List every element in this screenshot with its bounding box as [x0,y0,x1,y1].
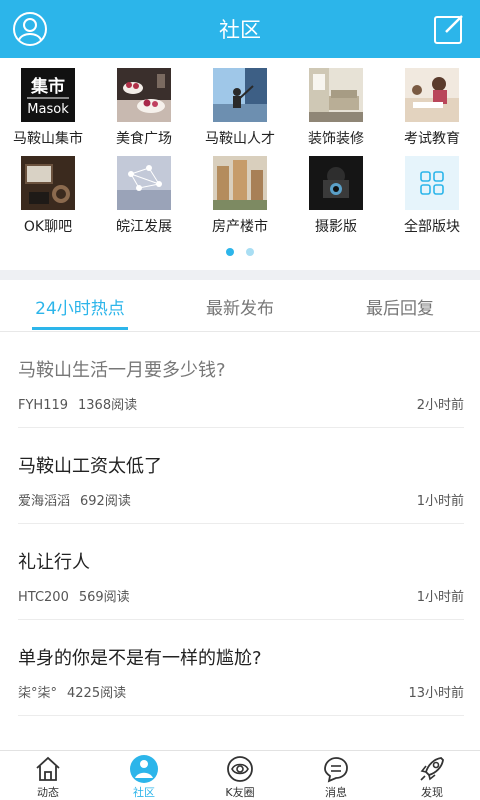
talent-thumbnail [213,68,267,122]
forum-item-talent[interactable]: 马鞍山人才 [192,58,288,148]
post-title: 马鞍山工资太低了 [18,456,162,477]
grid-icon [405,156,459,210]
forum-item-food[interactable]: 美食广场 [96,58,192,148]
post-meta: 爱海滔滔 692阅读 [18,490,131,509]
tab-24h-hot[interactable]: 24小时热点 [0,280,160,332]
page-title: 社区 [219,18,261,42]
forum-label: 房产楼市 [212,219,268,235]
tab-latest[interactable]: 最新发布 [160,280,320,332]
post-time: 2小时前 [416,398,464,413]
post-title: 单身的你是不是有一样的尴尬? [18,648,262,669]
decoration-thumbnail [309,68,363,122]
home-icon [36,756,60,781]
real-estate-thumbnail [213,156,267,210]
app-header: 社区 [0,0,480,58]
post-author: FYH119 [18,398,69,413]
forum-label: 皖江发展 [116,219,172,235]
post-author: 柒°柒° [18,686,58,701]
bottom-navigation: 动态 社区 K友圈 消息 发现 [0,750,480,800]
eye-icon [227,756,253,782]
nav-k-friends[interactable]: K友圈 [192,751,288,800]
forum-item-masok-market[interactable]: 集市 Masok 马鞍山集市 [0,58,96,148]
active-tab-indicator [32,327,128,330]
forum-label: 马鞍山人才 [205,131,275,147]
ok-chat-thumbnail [21,156,75,210]
forum-item-real-estate[interactable]: 房产楼市 [192,146,288,236]
education-thumbnail [405,68,459,122]
forum-label: 装饰装修 [308,131,364,147]
page-indicator [0,248,480,256]
post-meta: FYH119 1368阅读 [18,394,137,413]
feed-tabs: 24小时热点 最新发布 最后回复 [0,280,480,332]
nav-dynamics[interactable]: 动态 [0,751,96,800]
food-thumbnail [117,68,171,122]
post-time: 1小时前 [416,494,464,509]
page-dot-active[interactable] [226,248,234,256]
post-meta: HTC200 569阅读 [18,586,130,605]
forum-label: 摄影版 [315,219,357,235]
post-time: 13小时前 [408,686,464,701]
post-item[interactable]: 单身的你是不是有一样的尴尬? 柒°柒° 4225阅读 13小时前 [18,620,464,716]
post-meta: 柒°柒° 4225阅读 [18,682,126,701]
forum-item-wanjiang[interactable]: 皖江发展 [96,146,192,236]
nav-label: 动态 [37,786,59,799]
forum-label: 美食广场 [116,131,172,147]
photography-thumbnail [309,156,363,210]
logo-text-top: 集市 [30,76,65,97]
post-item[interactable]: 礼让行人 HTC200 569阅读 1小时前 [18,524,464,620]
logo-text-bottom: Masok [27,102,69,117]
rocket-icon [420,757,444,781]
forum-item-education[interactable]: 考试教育 [384,58,480,148]
nav-label: 消息 [325,786,347,799]
forum-item-photography[interactable]: 摄影版 [288,146,384,236]
nav-messages[interactable]: 消息 [288,751,384,800]
forum-label: OK聊吧 [23,219,73,235]
message-icon [324,757,348,783]
post-title: 马鞍山生活一月要多少钱? [18,360,226,381]
post-views: 692阅读 [80,494,131,509]
nav-label: K友圈 [225,786,255,799]
nav-label: 发现 [421,786,443,799]
post-views: 4225阅读 [67,686,127,701]
wanjiang-thumbnail [117,156,171,210]
community-icon [130,755,158,783]
tab-last-reply[interactable]: 最后回复 [320,280,480,332]
forum-label: 考试教育 [404,131,460,147]
page-dot[interactable] [246,248,254,256]
forum-grid: 集市 Masok 马鞍山集市 美食广场 马鞍山人才 装饰装修 考试教育 OK聊吧… [0,58,480,270]
forum-item-decoration[interactable]: 装饰装修 [288,58,384,148]
masok-market-logo: 集市 Masok [21,68,75,122]
forum-label: 全部版块 [404,219,460,235]
post-item[interactable]: 马鞍山工资太低了 爱海滔滔 692阅读 1小时前 [18,428,464,524]
forum-item-ok-chat[interactable]: OK聊吧 [0,146,96,236]
post-author: 爱海滔滔 [18,494,71,509]
user-profile-icon[interactable] [12,11,48,47]
forum-item-all[interactable]: 全部版块 [384,146,480,236]
post-views: 569阅读 [78,590,130,605]
post-list: 马鞍山生活一月要多少钱? FYH119 1368阅读 2小时前 马鞍山工资太低了 … [0,332,480,750]
section-divider [0,270,480,280]
post-time: 1小时前 [416,590,464,605]
post-title: 礼让行人 [18,552,90,573]
nav-discover[interactable]: 发现 [384,751,480,800]
compose-icon[interactable] [432,12,466,46]
post-item[interactable]: 马鞍山生活一月要多少钱? FYH119 1368阅读 2小时前 [18,332,464,428]
post-author: HTC200 [18,590,69,605]
post-views: 1368阅读 [78,398,138,413]
nav-label: 社区 [133,786,155,799]
forum-label: 马鞍山集市 [13,131,83,147]
nav-community[interactable]: 社区 [96,751,192,800]
